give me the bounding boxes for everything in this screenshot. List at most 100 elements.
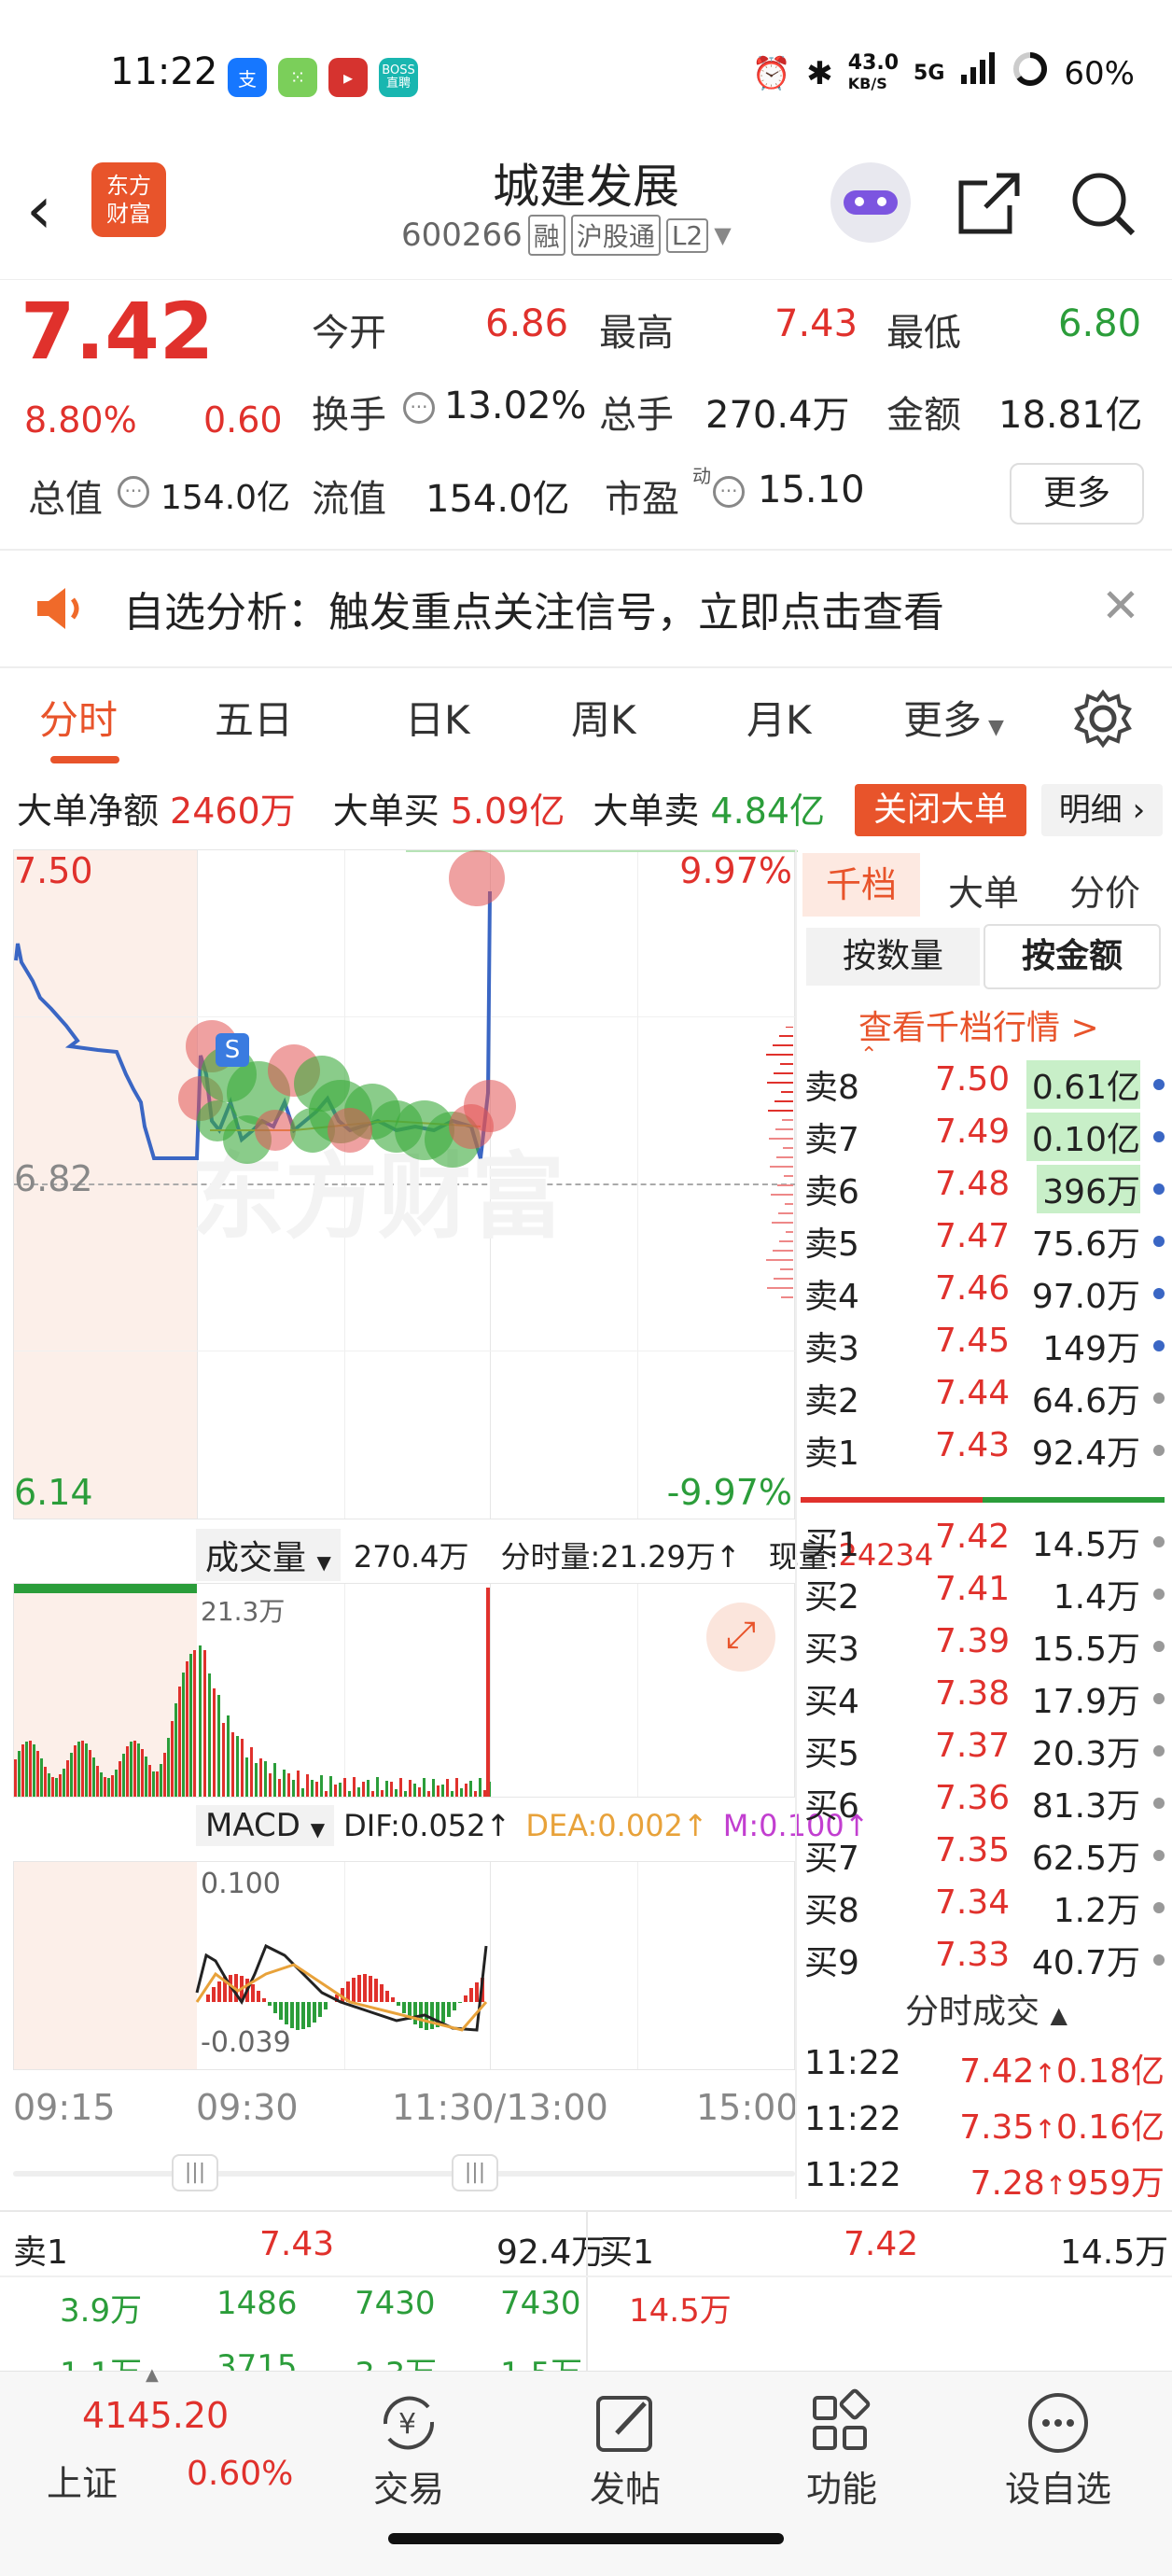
- nav-add-watchlist[interactable]: 设自选: [1002, 2386, 1114, 2512]
- close-big-orders-button[interactable]: 关闭大单: [855, 784, 1026, 836]
- ask-row[interactable]: 卖3 7.45 149万: [804, 1322, 1168, 1374]
- range-track[interactable]: [13, 2171, 795, 2177]
- bid-row[interactable]: 买1 7.42 14.5万: [804, 1518, 1168, 1570]
- banner-text[interactable]: 自选分析：触发重点关注信号，立即点击查看: [123, 579, 944, 638]
- index-name[interactable]: 上证: [47, 2455, 118, 2506]
- ask-row[interactable]: 卖7 7.49 0.10亿: [804, 1113, 1168, 1165]
- volume-bar: [222, 1723, 225, 1797]
- pe-value: 15.10: [758, 469, 865, 511]
- detail-button[interactable]: 明细 ›: [1041, 784, 1163, 836]
- bid-ask-ratio-bar: [801, 1497, 1165, 1503]
- volume-bar: [474, 1791, 477, 1797]
- ask-level: 卖5: [804, 1225, 859, 1264]
- tab-weekly-k[interactable]: 周K: [571, 689, 636, 746]
- macd-bar: [385, 1991, 389, 2002]
- dif-value: DIF:0.052↑: [343, 1808, 511, 1843]
- bid-row[interactable]: 买9 7.33 40.7万: [804, 1936, 1168, 1988]
- range-handle-left[interactable]: |||: [172, 2154, 218, 2191]
- nav-post[interactable]: 发帖: [569, 2386, 681, 2512]
- more-button[interactable]: 更多: [1010, 463, 1144, 525]
- bid-row[interactable]: 买7 7.35 62.5万: [804, 1831, 1168, 1883]
- bid-level: 买4: [804, 1683, 859, 1721]
- tab-depth[interactable]: 千档: [802, 853, 920, 917]
- ask-row[interactable]: 卖2 7.44 64.6万: [804, 1374, 1168, 1426]
- volume-chart[interactable]: 21.3万 ⤢: [13, 1583, 795, 1798]
- order-dot-icon: [1153, 1445, 1165, 1456]
- big-buy-value: 5.09亿: [450, 791, 565, 832]
- ask-volume: 396万: [1037, 1165, 1140, 1213]
- volume-bar: [63, 1769, 65, 1797]
- share-icon[interactable]: [957, 170, 1023, 239]
- signal-s-icon[interactable]: S: [216, 1033, 249, 1067]
- big-order-bubble[interactable]: [449, 850, 505, 906]
- price-chart[interactable]: 东方财富 S 7.50 6.82 6.14 9.97% -9.97%: [13, 849, 798, 1519]
- tab-monthly-k[interactable]: 月K: [746, 689, 812, 746]
- ask-row[interactable]: 卖6 7.48 396万: [804, 1165, 1168, 1217]
- trades-title[interactable]: 分时成交 ▲: [905, 1984, 1067, 2033]
- ask-price: 7.45: [935, 1322, 1011, 1360]
- big-order-bubble[interactable]: [197, 1100, 238, 1141]
- info-icon[interactable]: ···: [713, 476, 745, 508]
- by-amount-toggle[interactable]: 按金额: [984, 924, 1161, 989]
- big-order-bubble[interactable]: [464, 1080, 516, 1132]
- macd-bar: [453, 2002, 456, 2010]
- close-icon[interactable]: ✕: [1101, 579, 1140, 633]
- index-pct[interactable]: 0.60%: [187, 2455, 293, 2493]
- order-dot-icon: [1153, 1288, 1165, 1299]
- current-price: 7.42: [21, 286, 215, 377]
- range-handle-right[interactable]: |||: [452, 2154, 498, 2191]
- bid-row[interactable]: 买3 7.39 15.5万: [804, 1622, 1168, 1674]
- volume-indicator-select[interactable]: 成交量 ▼: [196, 1529, 341, 1581]
- tab-price-split[interactable]: 分价: [1069, 864, 1140, 916]
- info-icon[interactable]: ···: [118, 476, 149, 508]
- bid-row[interactable]: 买2 7.41 1.4万: [804, 1570, 1168, 1622]
- macd-indicator-select[interactable]: MACD ▼: [196, 1805, 335, 1846]
- tab-daily-k[interactable]: 日K: [405, 689, 470, 746]
- volume-bar: [306, 1774, 309, 1797]
- app-icon: ⁙: [278, 58, 317, 97]
- search-icon[interactable]: [1069, 170, 1137, 241]
- ask-row[interactable]: 卖1 7.43 92.4万: [804, 1426, 1168, 1478]
- index-value[interactable]: 4145.20: [82, 2395, 229, 2436]
- nav-functions[interactable]: 功能: [786, 2386, 898, 2512]
- ask-row[interactable]: 卖5 7.47 75.6万: [804, 1217, 1168, 1269]
- stock-code-row[interactable]: 600266 融 沪股通 L2 ▼: [401, 215, 732, 256]
- tab-more[interactable]: 更多 ▼: [903, 689, 1004, 746]
- bid-row[interactable]: 买5 7.37 20.3万: [804, 1727, 1168, 1779]
- volume-label: 总手: [599, 394, 674, 437]
- bid-row[interactable]: 买8 7.34 1.2万: [804, 1883, 1168, 1936]
- pe-dynamic-sup: 动: [692, 465, 711, 487]
- ask-row[interactable]: 卖8 7.50 0.61亿: [804, 1060, 1168, 1113]
- volume-bar: [269, 1773, 272, 1797]
- bid-price: 7.41: [935, 1570, 1011, 1608]
- bid-price: 7.37: [935, 1727, 1011, 1765]
- volume-scale: 21.3万: [201, 1596, 286, 1627]
- nav-trade[interactable]: ¥ 交易: [353, 2386, 465, 2512]
- bid-volume: 17.9万: [1031, 1683, 1140, 1721]
- volume-bar: [339, 1783, 342, 1797]
- volume-bar: [66, 1760, 69, 1797]
- ask-volume: 75.6万: [1031, 1225, 1140, 1264]
- settings-icon[interactable]: [1073, 689, 1133, 752]
- info-icon[interactable]: ···: [403, 392, 435, 424]
- tag-margin: 融: [527, 215, 565, 256]
- ask-row[interactable]: 卖4 7.46 97.0万: [804, 1269, 1168, 1322]
- bid-row[interactable]: 买4 7.38 17.9万: [804, 1674, 1168, 1727]
- volume-bar: [178, 1687, 181, 1797]
- volume-bar: [182, 1673, 185, 1797]
- tab-five-day[interactable]: 五日: [215, 689, 293, 746]
- queue-item: 3715: [216, 2348, 298, 2371]
- big-order-bubble[interactable]: [328, 1108, 372, 1153]
- macd-chart[interactable]: 0.100 -0.039: [13, 1861, 795, 2070]
- by-quantity-toggle[interactable]: 按数量: [806, 928, 980, 986]
- tab-big-orders[interactable]: 大单: [948, 864, 1019, 916]
- volume-bar: [259, 1758, 262, 1797]
- robot-avatar-icon[interactable]: [830, 162, 911, 243]
- tab-intraday[interactable]: 分时: [39, 689, 118, 746]
- more-dots-icon: [1002, 2386, 1114, 2460]
- bid-volume: 40.7万: [1031, 1944, 1140, 1982]
- bid-row[interactable]: 买6 7.36 81.3万: [804, 1779, 1168, 1831]
- volume-bar: [167, 1738, 170, 1797]
- view-depth-link[interactable]: 查看千档行情 >: [858, 1001, 1099, 1049]
- expand-icon[interactable]: ⤢: [706, 1603, 775, 1672]
